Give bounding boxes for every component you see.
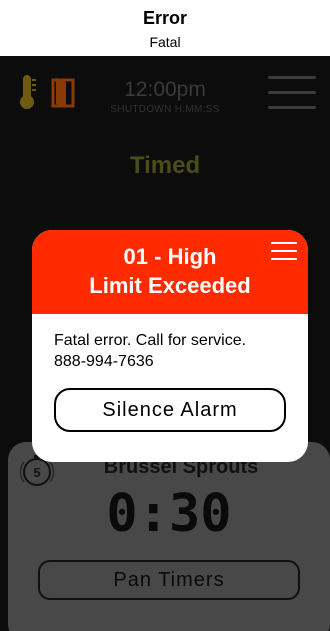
clock-time: 12:00pm — [124, 78, 206, 101]
shutdown-countdown: SHUTDOWN H:MM:SS — [110, 104, 220, 115]
error-modal-header: 01 - High Limit Exceeded — [32, 230, 308, 314]
status-bar: 12:00pm SHUTDOWN H:MM:SS — [0, 56, 330, 132]
error-title: 01 - High Limit Exceeded — [32, 242, 308, 300]
timer-value: 0:30 — [106, 484, 232, 544]
caption-title: Error — [142, 8, 187, 28]
silence-alarm-button[interactable]: Silence Alarm — [54, 388, 286, 432]
modal-menu-icon[interactable] — [271, 240, 297, 262]
error-title-line2: Limit Exceeded — [89, 273, 251, 298]
error-title-line1: 01 - High — [123, 244, 217, 269]
service-phone-number: 888-994-7636 — [54, 353, 154, 370]
hamburger-menu-icon[interactable] — [268, 74, 316, 110]
timer-badge-number: 5 — [33, 465, 40, 480]
pan-timers-button[interactable]: Pan Timers — [38, 560, 300, 600]
error-message-text: Fatal error. Call for service. — [54, 332, 247, 349]
error-message: Fatal error. Call for service. 888-994-7… — [54, 330, 294, 372]
error-modal: 01 - High Limit Exceeded Fatal error. Ca… — [32, 230, 308, 462]
mode-label: Timed — [129, 152, 201, 179]
thermometer-icon[interactable] — [18, 74, 38, 110]
caption-subtitle: Fatal — [149, 34, 181, 50]
product-card: 5 Brussel Sprouts 0:30 Pan Timers — [8, 442, 330, 631]
caption: Error Fatal — [0, 0, 330, 56]
door-icon[interactable] — [50, 76, 76, 108]
device-screen: 12:00pm SHUTDOWN H:MM:SS Timed 5 Brussel… — [0, 56, 330, 631]
